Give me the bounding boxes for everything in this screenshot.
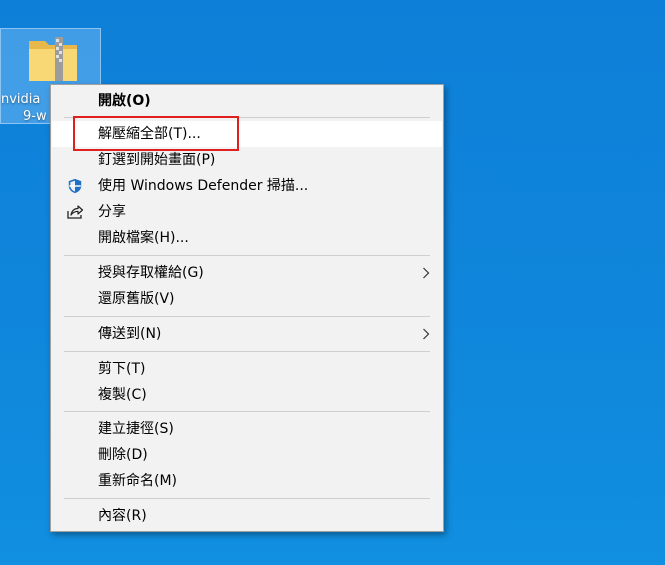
menu-separator bbox=[64, 316, 430, 317]
menu-item-label: 授與存取權給(G) bbox=[98, 265, 204, 281]
menu-item-label: 建立捷徑(S) bbox=[98, 421, 174, 437]
menu-item-label: 還原舊版(V) bbox=[98, 291, 175, 307]
menu-item-label: 解壓縮全部(T)... bbox=[98, 126, 201, 142]
menu-separator bbox=[64, 117, 430, 118]
menu-item-open-file[interactable]: 開啟檔案(H)... bbox=[52, 225, 442, 251]
menu-item-delete[interactable]: 刪除(D) bbox=[52, 442, 442, 468]
context-menu: 開啟(O) 解壓縮全部(T)... 釘選到開始畫面(P) 使用 Windows … bbox=[50, 84, 444, 532]
menu-item-create-shortcut[interactable]: 建立捷徑(S) bbox=[52, 416, 442, 442]
menu-item-defender-scan[interactable]: 使用 Windows Defender 掃描... bbox=[52, 173, 442, 199]
menu-item-label: 重新命名(M) bbox=[98, 473, 178, 489]
menu-item-extract-all[interactable]: 解壓縮全部(T)... bbox=[52, 121, 442, 147]
menu-item-copy[interactable]: 複製(C) bbox=[52, 382, 442, 408]
menu-item-send-to[interactable]: 傳送到(N) bbox=[52, 321, 442, 347]
menu-item-label: 複製(C) bbox=[98, 387, 147, 403]
menu-item-label: 釘選到開始畫面(P) bbox=[98, 152, 216, 168]
menu-item-properties[interactable]: 內容(R) bbox=[52, 503, 442, 529]
menu-item-label: 分享 bbox=[98, 204, 126, 220]
menu-item-label: 開啟(O) bbox=[98, 93, 151, 109]
menu-item-label: 開啟檔案(H)... bbox=[98, 230, 189, 246]
windows-defender-shield-icon bbox=[68, 178, 82, 194]
menu-item-share[interactable]: 分享 bbox=[52, 199, 442, 225]
menu-item-cut[interactable]: 剪下(T) bbox=[52, 356, 442, 382]
zip-folder-icon bbox=[29, 37, 77, 81]
chevron-right-icon bbox=[423, 267, 430, 279]
menu-item-give-access[interactable]: 授與存取權給(G) bbox=[52, 260, 442, 286]
menu-item-label: 傳送到(N) bbox=[98, 326, 162, 342]
menu-item-label: 刪除(D) bbox=[98, 447, 148, 463]
desktop-icon-label-line1: nvidia bbox=[1, 92, 41, 107]
menu-separator bbox=[64, 498, 430, 499]
menu-separator bbox=[64, 411, 430, 412]
menu-item-restore-previous-versions[interactable]: 還原舊版(V) bbox=[52, 286, 442, 312]
menu-separator bbox=[64, 255, 430, 256]
menu-item-pin-to-start[interactable]: 釘選到開始畫面(P) bbox=[52, 147, 442, 173]
chevron-right-icon bbox=[423, 328, 430, 340]
share-icon bbox=[67, 205, 84, 219]
menu-item-label: 使用 Windows Defender 掃描... bbox=[98, 178, 309, 194]
menu-item-label: 內容(R) bbox=[98, 508, 147, 524]
menu-item-label: 剪下(T) bbox=[98, 361, 146, 377]
menu-separator bbox=[64, 351, 430, 352]
menu-item-open[interactable]: 開啟(O) bbox=[52, 88, 442, 114]
menu-item-rename[interactable]: 重新命名(M) bbox=[52, 468, 442, 494]
